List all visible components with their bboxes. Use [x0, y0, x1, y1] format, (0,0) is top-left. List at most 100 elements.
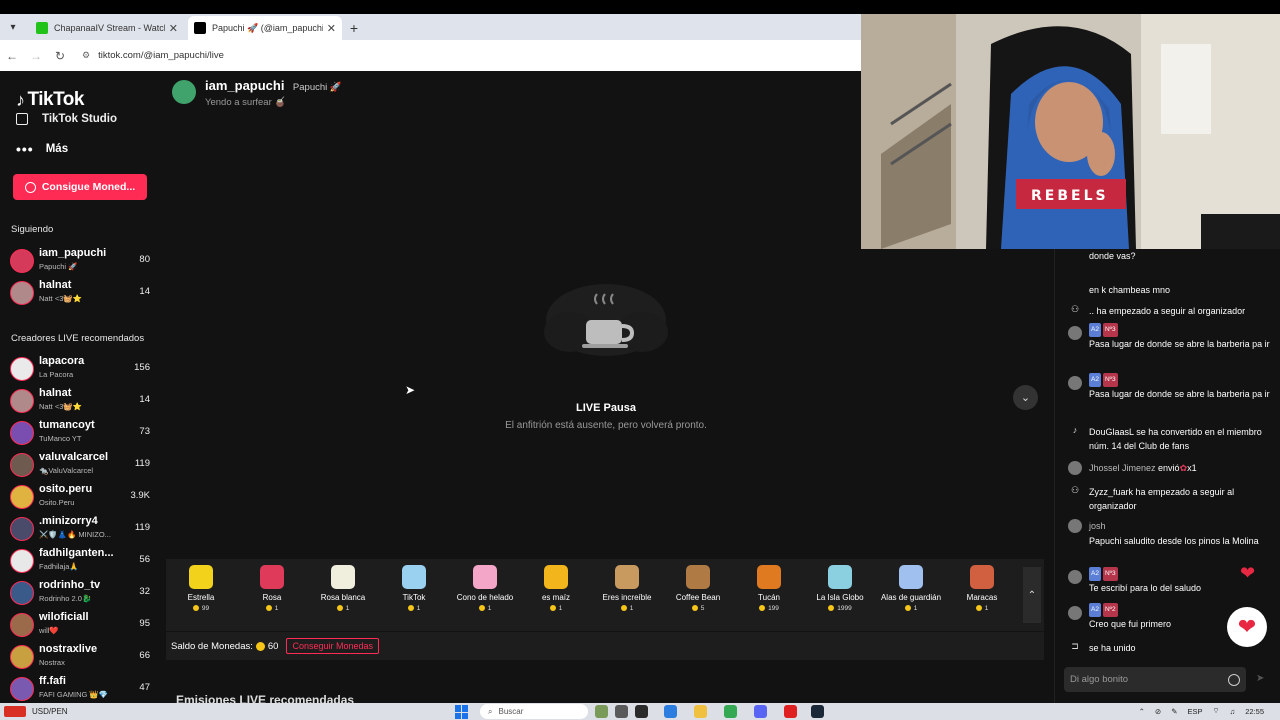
- url-field[interactable]: ⚙ tiktok.com/@iam_papuchi/live: [76, 45, 861, 67]
- gift-item[interactable]: Estrella 99: [166, 565, 236, 612]
- reload-icon[interactable]: ↻: [48, 49, 72, 63]
- tiktok-logo[interactable]: ♪ TikTok: [16, 89, 84, 111]
- back-icon[interactable]: ←: [0, 49, 24, 63]
- tray-pen-icon[interactable]: ✎: [1171, 707, 1177, 716]
- gift-item[interactable]: Rosa blanca 1: [308, 565, 378, 612]
- tray-language[interactable]: ESP: [1188, 707, 1203, 716]
- gift-item[interactable]: TikTok 1: [379, 565, 449, 612]
- avatar[interactable]: [1068, 606, 1082, 620]
- gift-verb: envió: [1158, 463, 1180, 473]
- avatar[interactable]: [1068, 326, 1082, 340]
- creator-item[interactable]: halnat Natt <3🧺⭐ 14: [8, 278, 152, 308]
- creator-name: valuvalcarcel: [39, 451, 109, 463]
- host-avatar[interactable]: [172, 80, 196, 104]
- creator-item[interactable]: nostraxlive Nostrax 66: [8, 642, 152, 672]
- windows-start-icon[interactable]: [455, 705, 469, 719]
- host-nickname: Papuchi 🚀: [292, 82, 342, 93]
- task-view-icon[interactable]: [615, 705, 628, 718]
- creator-item[interactable]: valuvalcarcel 🐀ValuValcarcel 119: [8, 450, 152, 480]
- creator-item[interactable]: rodrinho_tv Rodrinho 2.0🐉 32: [8, 578, 152, 608]
- avatar[interactable]: [1068, 461, 1082, 475]
- gift-icon: [402, 565, 426, 589]
- gift-name: Tucán: [758, 593, 780, 602]
- coffee-cup-icon: [544, 284, 668, 356]
- forward-icon[interactable]: →: [24, 49, 48, 63]
- steam-app-icon[interactable]: [811, 705, 824, 718]
- gift-item[interactable]: Eres increíble 1: [592, 565, 662, 612]
- avatar[interactable]: [1068, 376, 1082, 390]
- terminal-app-icon[interactable]: [635, 705, 648, 718]
- tab-search-icon[interactable]: ▾: [0, 14, 26, 40]
- creator-item[interactable]: wiloficiall will❤️ 95: [8, 610, 152, 640]
- site-info-icon[interactable]: ⚙: [82, 50, 90, 61]
- chat-username[interactable]: josh: [1089, 519, 1271, 533]
- get-coins-link[interactable]: Conseguir Monedas: [286, 638, 380, 654]
- sidebar-item-more[interactable]: ••• Más: [16, 141, 68, 157]
- tray-volume-icon[interactable]: ♫: [1230, 707, 1236, 716]
- balance-amount: 60: [267, 640, 279, 652]
- gift-item[interactable]: Maracas 1: [947, 565, 1017, 612]
- gift-item[interactable]: Rosa 1: [237, 565, 307, 612]
- tray-clock[interactable]: 22:55: [1245, 707, 1264, 716]
- gift-item[interactable]: La Isla Globo 1999: [805, 565, 875, 612]
- get-coins-button[interactable]: Consigue Moned...: [13, 174, 147, 200]
- creator-item[interactable]: osito.peru Osito.Peru 3.9K: [8, 482, 152, 512]
- tray-network-icon[interactable]: ⊘: [1155, 707, 1161, 716]
- gift-price: 99: [166, 605, 236, 612]
- like-button[interactable]: ❤: [1227, 607, 1267, 647]
- gift-item[interactable]: Alas de guardián 1: [876, 565, 946, 612]
- chat-text: .. ha empezado a seguir al organizador: [1089, 306, 1246, 316]
- creator-item[interactable]: lapacora La Pacora 156: [8, 354, 152, 384]
- gift-item[interactable]: Cono de helado 1: [450, 565, 520, 612]
- coin-icon: [336, 605, 343, 612]
- viewer-count: 66: [139, 650, 150, 661]
- viewer-count: 32: [139, 586, 150, 597]
- chat-input-placeholder: Di algo bonito: [1070, 674, 1129, 685]
- creator-name: iam_papuchi: [39, 247, 107, 259]
- widgets-app-icon[interactable]: [595, 705, 608, 718]
- gift-price: 1: [947, 605, 1017, 612]
- avatar[interactable]: [1068, 519, 1082, 533]
- tab-title: ChapanaaIV Stream - Watch Li...: [54, 23, 165, 33]
- taskbar-widget[interactable]: USD/PEN: [4, 706, 68, 717]
- tray-chevron-icon[interactable]: ⌃: [1139, 707, 1145, 716]
- tab-papuchi[interactable]: Papuchi 🚀 (@iam_papuchi) es... ✕: [188, 16, 342, 40]
- chevron-down-icon[interactable]: ⌄: [1013, 385, 1038, 410]
- gift-icon: [686, 565, 710, 589]
- gift-item[interactable]: es maíz 1: [521, 565, 591, 612]
- chat-input[interactable]: Di algo bonito: [1064, 667, 1246, 692]
- creator-item[interactable]: iam_papuchi Papuchi 🚀 80: [8, 246, 152, 276]
- discord-app-icon[interactable]: [754, 705, 767, 718]
- host-name[interactable]: iam_papuchi: [205, 78, 284, 93]
- tab-chapanaa[interactable]: ChapanaaIV Stream - Watch Li... ✕: [30, 16, 184, 40]
- coin-icon: [620, 605, 627, 612]
- obs-app-icon[interactable]: [784, 705, 797, 718]
- creator-nickname: Fadhilaja🙏: [39, 562, 79, 571]
- creator-item[interactable]: .minizorry4 ⚔️🛡️👗🔥 MINIZO... 119: [8, 514, 152, 544]
- chat-username[interactable]: Jhossel Jimenez: [1089, 463, 1156, 473]
- send-icon[interactable]: ➤: [1256, 673, 1264, 684]
- gift-price: 1: [308, 605, 378, 612]
- gift-icon: [970, 565, 994, 589]
- tray-wifi-icon[interactable]: ⌔: [1213, 706, 1220, 716]
- creator-item[interactable]: tumancoyt TuManco YT 73: [8, 418, 152, 448]
- creator-item[interactable]: ff.fafi FAFI GAMING 👑💎 47: [8, 674, 152, 703]
- avatar[interactable]: [1068, 570, 1082, 584]
- new-tab-button[interactable]: +: [342, 16, 366, 40]
- creator-item[interactable]: halnat Natt <3🧺⭐ 14: [8, 386, 152, 416]
- close-tab-icon[interactable]: ✕: [327, 22, 336, 35]
- sidebar-item-studio[interactable]: TikTok Studio: [16, 113, 117, 125]
- rose-gift-icon: ✿: [1179, 463, 1188, 473]
- emoji-icon[interactable]: [1228, 673, 1240, 686]
- file-explorer-icon[interactable]: [694, 705, 707, 718]
- chrome-app-icon[interactable]: [724, 705, 737, 718]
- creator-item[interactable]: fadhilganten... Fadhilaja🙏 56: [8, 546, 152, 576]
- taskbar-search[interactable]: ⌕ Buscar: [480, 704, 588, 719]
- chevron-up-icon[interactable]: ⌃: [1023, 567, 1041, 623]
- gift-name: Rosa: [262, 593, 282, 602]
- close-tab-icon[interactable]: ✕: [169, 22, 178, 35]
- gift-item[interactable]: Coffee Bean 5: [663, 565, 733, 612]
- gift-item[interactable]: Tucán 199: [734, 565, 804, 612]
- top-strip: [0, 0, 1280, 14]
- copilot-app-icon[interactable]: [664, 705, 677, 718]
